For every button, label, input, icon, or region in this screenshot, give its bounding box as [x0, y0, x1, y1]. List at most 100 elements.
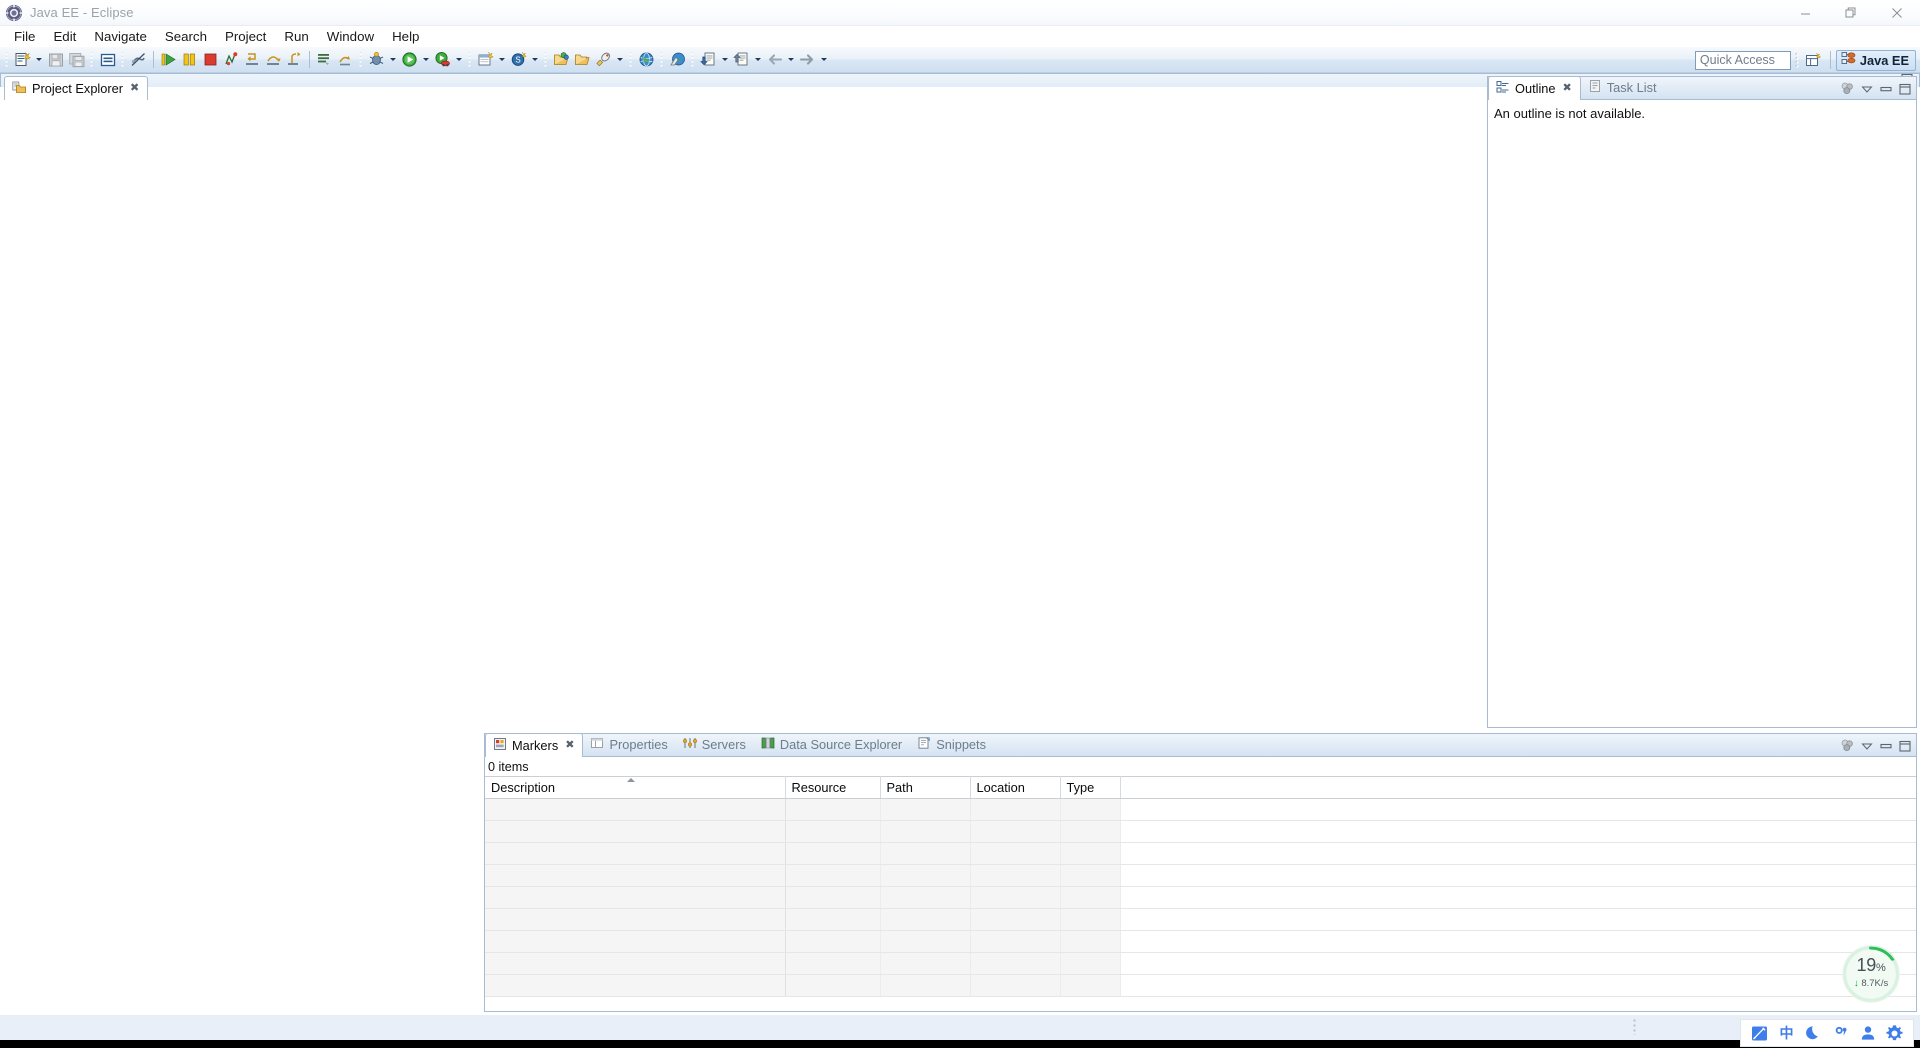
tab-task-list[interactable]: Task List: [1581, 76, 1665, 99]
suspend-icon[interactable]: [179, 49, 200, 70]
ime-chinese-icon[interactable]: 中: [1774, 1021, 1799, 1045]
pen-tablet-icon[interactable]: [1747, 1021, 1772, 1045]
open-type-icon[interactable]: [551, 49, 572, 70]
view-menu-icon[interactable]: [1839, 736, 1856, 755]
status-bar-grip[interactable]: [1633, 1019, 1638, 1035]
column-header-resource[interactable]: Resource: [785, 776, 881, 799]
new-project-dropdown-icon[interactable]: [496, 49, 508, 70]
minimize-button[interactable]: [1782, 0, 1828, 26]
disconnect-icon[interactable]: [221, 49, 242, 70]
toggle-breakpoints-icon[interactable]: [314, 49, 335, 70]
new-wizard-icon[interactable]: [12, 49, 33, 70]
menu-file[interactable]: File: [5, 26, 44, 47]
column-header-type[interactable]: Type: [1060, 776, 1121, 799]
forward-icon[interactable]: [797, 49, 818, 70]
table-row[interactable]: [485, 952, 1916, 975]
restore-button[interactable]: [1828, 0, 1874, 26]
resume-icon[interactable]: [158, 49, 179, 70]
markers-table[interactable]: Description Resource Path Location Type: [485, 776, 1916, 997]
column-header-location[interactable]: Location: [970, 776, 1061, 799]
next-annotation-icon[interactable]: [731, 49, 752, 70]
view-menu-icon[interactable]: [1839, 79, 1856, 98]
minimize-icon[interactable]: [1877, 736, 1894, 755]
previous-annotation-dropdown-icon[interactable]: [719, 49, 731, 70]
open-perspective-icon[interactable]: [667, 49, 688, 70]
tab-properties[interactable]: Properties: [583, 733, 675, 756]
column-header-description[interactable]: Description: [485, 776, 786, 799]
settings-gear-icon[interactable]: [1882, 1021, 1907, 1045]
menu-window[interactable]: Window: [318, 26, 383, 47]
markers-table-body[interactable]: [485, 798, 1916, 997]
open-resource-icon[interactable]: [572, 49, 593, 70]
toolbar-grip[interactable]: [89, 51, 95, 68]
toolbar-grip[interactable]: [4, 51, 10, 68]
tab-data-source-explorer[interactable]: Data Source Explorer: [754, 733, 910, 756]
step-over-icon[interactable]: [263, 49, 284, 70]
forward-dropdown-icon[interactable]: [818, 49, 830, 70]
run-icon[interactable]: [399, 49, 420, 70]
table-row[interactable]: [485, 798, 1916, 821]
maximize-icon[interactable]: [1896, 79, 1913, 98]
table-row[interactable]: [485, 930, 1916, 953]
moon-icon[interactable]: [1801, 1021, 1826, 1045]
user-icon[interactable]: [1855, 1021, 1880, 1045]
toolbar-grip[interactable]: [358, 51, 364, 68]
search-icon[interactable]: [593, 49, 614, 70]
table-row[interactable]: [485, 908, 1916, 931]
table-row[interactable]: [485, 820, 1916, 843]
toolbar-grip[interactable]: [690, 51, 696, 68]
column-header-path[interactable]: Path: [880, 776, 971, 799]
run-on-server-icon[interactable]: [432, 49, 453, 70]
tab-markers[interactable]: Markers ✖: [485, 733, 584, 757]
perspective-grip[interactable]: [1794, 51, 1801, 69]
close-tab-icon[interactable]: ✖: [565, 740, 574, 751]
toolbar-grip[interactable]: [628, 51, 634, 68]
weather-icon[interactable]: [1828, 1021, 1853, 1045]
no-link-icon[interactable]: [128, 49, 149, 70]
close-tab-icon[interactable]: ✖: [1563, 83, 1572, 94]
menu-project[interactable]: Project: [216, 26, 275, 47]
new-class-icon[interactable]: S: [508, 49, 529, 70]
table-row[interactable]: [485, 864, 1916, 887]
close-button[interactable]: [1874, 0, 1920, 26]
toolbar-grip[interactable]: [659, 51, 665, 68]
tab-servers[interactable]: Servers: [676, 733, 754, 756]
toolbar-grip[interactable]: [543, 51, 549, 68]
debug-dropdown-icon[interactable]: [387, 49, 399, 70]
quick-access-input[interactable]: Quick Access: [1694, 50, 1791, 70]
run-dropdown-icon[interactable]: [420, 49, 432, 70]
new-wizard-dropdown-icon[interactable]: [33, 49, 45, 70]
menu-run[interactable]: Run: [275, 26, 317, 47]
table-row[interactable]: [485, 842, 1916, 865]
step-return-icon[interactable]: [284, 49, 305, 70]
close-tab-icon[interactable]: ✖: [130, 83, 139, 94]
view-dropdown-icon[interactable]: [1858, 736, 1875, 755]
tab-outline[interactable]: Outline ✖: [1488, 76, 1581, 100]
search-dropdown-icon[interactable]: [614, 49, 626, 70]
maximize-icon[interactable]: [1896, 736, 1913, 755]
save-all-icon[interactable]: [66, 49, 87, 70]
next-annotation-dropdown-icon[interactable]: [752, 49, 764, 70]
minimize-icon[interactable]: [1877, 79, 1894, 98]
run-on-server-dropdown-icon[interactable]: [453, 49, 465, 70]
new-java-ee-icon[interactable]: [97, 49, 118, 70]
step-into-icon[interactable]: [242, 49, 263, 70]
terminate-icon[interactable]: [200, 49, 221, 70]
skip-breakpoints-icon[interactable]: [335, 49, 356, 70]
debug-icon[interactable]: [366, 49, 387, 70]
menu-edit[interactable]: Edit: [44, 26, 85, 47]
back-dropdown-icon[interactable]: [785, 49, 797, 70]
open-perspective-button[interactable]: [1803, 50, 1825, 71]
toolbar-grip[interactable]: [467, 51, 473, 68]
save-icon[interactable]: [45, 49, 66, 70]
menu-help[interactable]: Help: [383, 26, 428, 47]
new-class-dropdown-icon[interactable]: [529, 49, 541, 70]
table-row[interactable]: [485, 974, 1916, 997]
new-project-icon[interactable]: [475, 49, 496, 70]
tab-project-explorer[interactable]: Project Explorer ✖: [4, 76, 149, 100]
toolbar-grip[interactable]: [120, 51, 126, 68]
table-row[interactable]: [485, 886, 1916, 909]
previous-annotation-icon[interactable]: [698, 49, 719, 70]
perspective-java-ee[interactable]: Java EE: [1835, 49, 1916, 71]
network-speed-widget[interactable]: 19% ↓ 8.7K/s: [1839, 942, 1903, 1006]
